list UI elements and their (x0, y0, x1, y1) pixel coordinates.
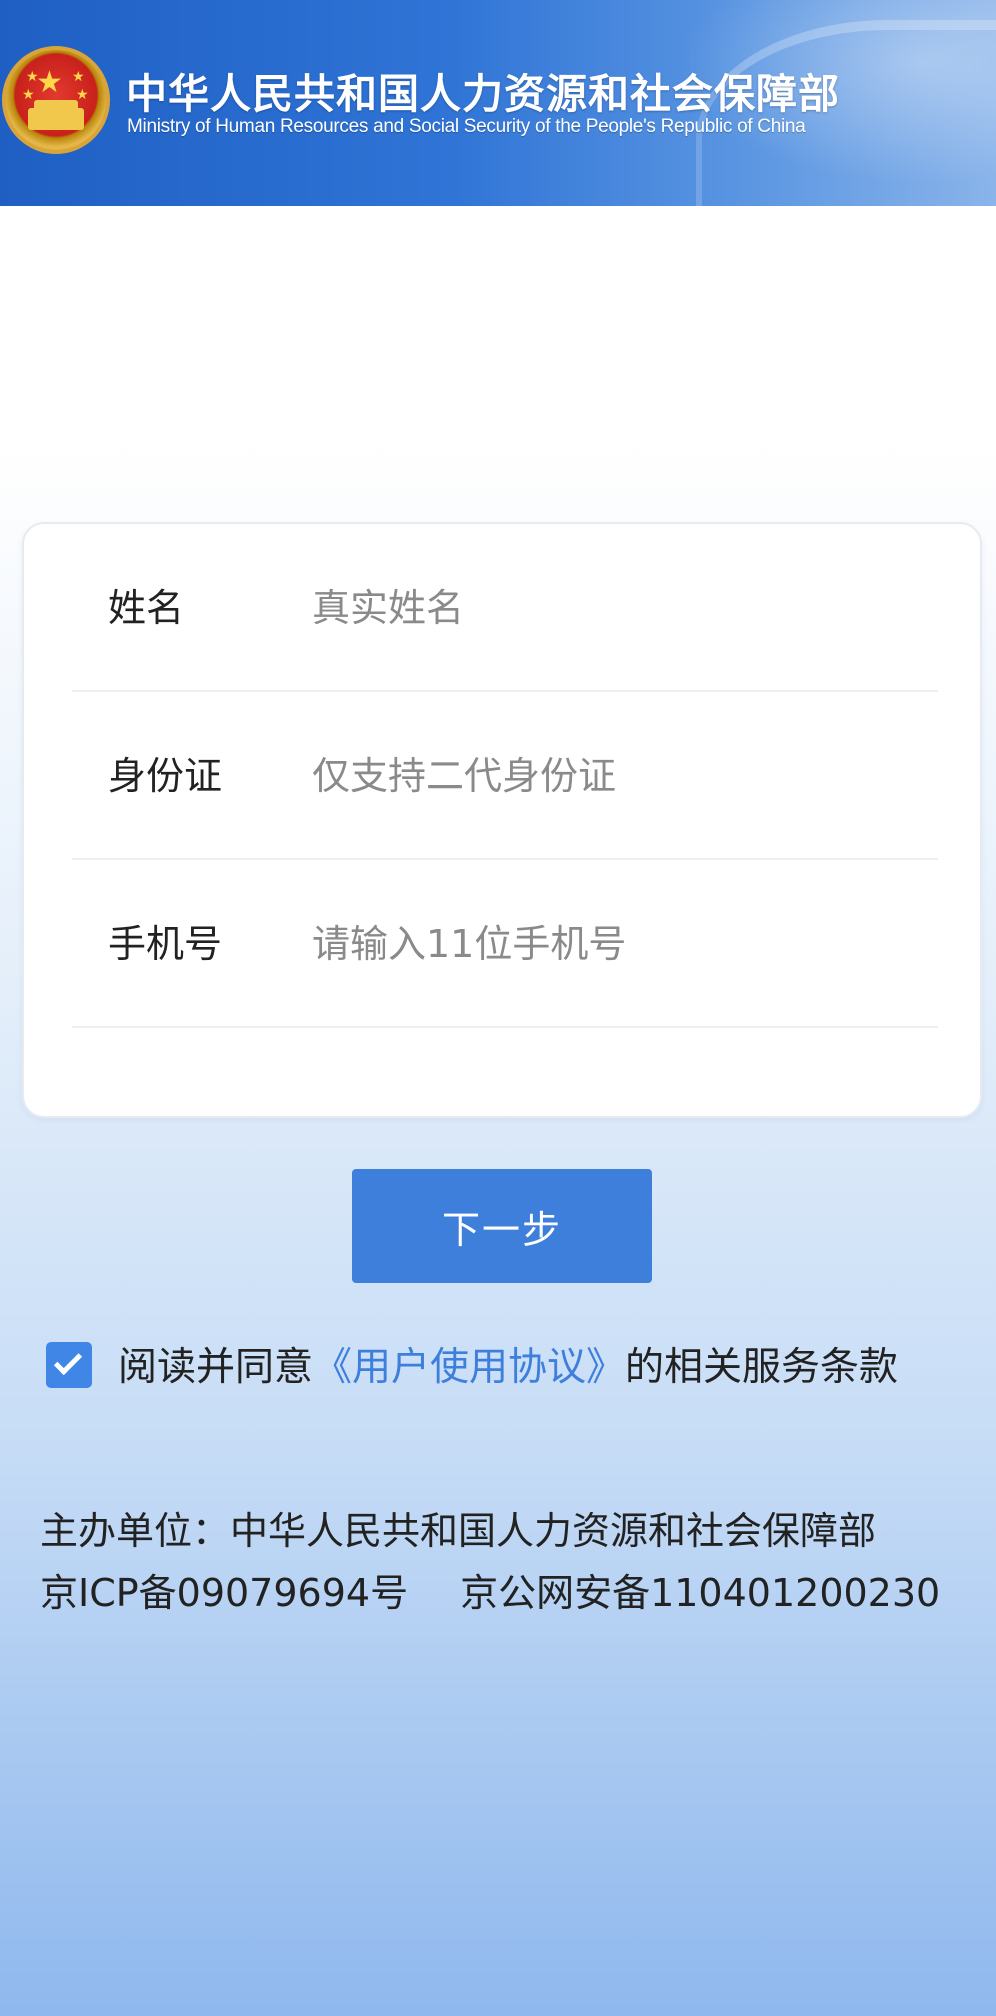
agreement-text: 阅读并同意《用户使用协议》的相关服务条款 (118, 1342, 898, 1394)
name-label: 姓名 (108, 586, 185, 630)
phone-row: 手机号 (72, 860, 938, 1028)
name-input[interactable] (312, 568, 912, 648)
phone-label: 手机号 (108, 922, 223, 966)
icp-number: 京ICP备09079694号 (40, 1571, 409, 1615)
emblem-big-star-icon: ★ (36, 65, 63, 100)
agreement-prefix: 阅读并同意 (118, 1345, 314, 1390)
footer-registration: 京ICP备09079694号 京公网安备110401200230 (40, 1562, 980, 1624)
user-agreement-link[interactable]: 《用户使用协议》 (313, 1345, 625, 1390)
header-banner: ★ ★ ★ ★ ★ 中华人民共和国人力资源和社会保障部 Ministry of … (0, 0, 996, 206)
organizer-text: 主办单位：中华人民共和国人力资源和社会保障部 (40, 1509, 877, 1553)
next-step-button[interactable]: 下一步 (352, 1169, 652, 1283)
emblem-small-star-icon: ★ (72, 69, 85, 85)
emblem-small-star-icon: ★ (76, 87, 89, 103)
phone-input[interactable] (312, 904, 912, 984)
ministry-subtitle: Ministry of Human Resources and Social S… (127, 116, 806, 137)
id-card-row: 身份证 (72, 692, 938, 860)
emblem-gate-icon (28, 100, 84, 130)
id-card-input[interactable] (312, 736, 912, 816)
form-card: 姓名 身份证 手机号 (22, 522, 982, 1118)
footer: 主办单位：中华人民共和国人力资源和社会保障部 京ICP备09079694号 京公网… (40, 1500, 980, 1624)
ministry-title: 中华人民共和国人力资源和社会保障部 (126, 70, 840, 118)
emblem-small-star-icon: ★ (26, 69, 39, 85)
agreement-checkbox[interactable] (46, 1342, 92, 1388)
agreement-row: 阅读并同意《用户使用协议》的相关服务条款 (46, 1342, 976, 1402)
agreement-suffix: 的相关服务条款 (625, 1345, 899, 1390)
police-record-number: 京公网安备110401200230 (460, 1571, 941, 1615)
checkmark-icon (53, 1346, 83, 1376)
emblem-small-star-icon: ★ (22, 87, 35, 103)
national-emblem-icon: ★ ★ ★ ★ ★ (2, 46, 110, 154)
id-card-label: 身份证 (108, 754, 223, 798)
name-row: 姓名 (72, 524, 938, 692)
